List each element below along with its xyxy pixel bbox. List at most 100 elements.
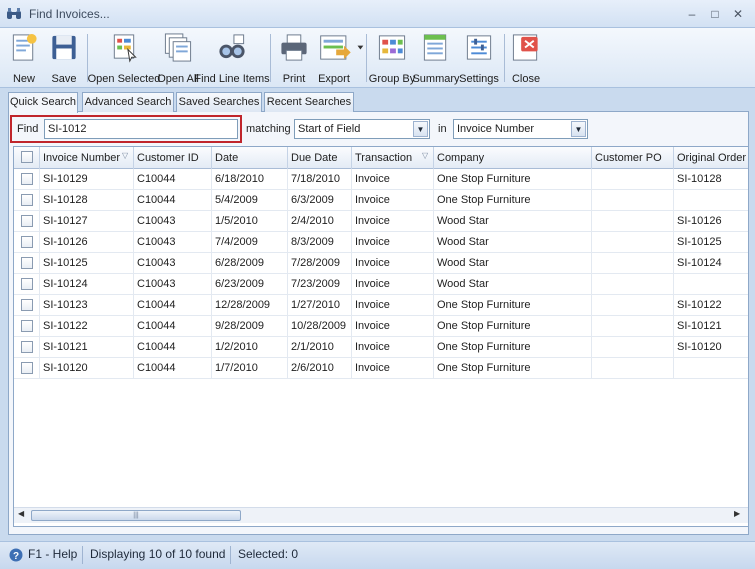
row-checkbox-cell[interactable] (14, 295, 40, 316)
select-all-checkbox-cell[interactable] (14, 147, 40, 169)
maximize-button[interactable]: □ (706, 6, 724, 22)
table-cell: SI-10126 (40, 232, 134, 253)
title-bar: Find Invoices... – □ ✕ (0, 0, 755, 28)
tab-recent-searches[interactable]: Recent Searches (264, 92, 354, 112)
matching-select[interactable]: Start of Field ▼ (294, 119, 430, 139)
row-checkbox-cell[interactable] (14, 211, 40, 232)
row-checkbox[interactable] (21, 257, 33, 269)
minimize-button[interactable]: – (683, 6, 701, 22)
row-checkbox[interactable] (21, 341, 33, 353)
column-header[interactable]: Invoice Number (40, 147, 134, 169)
select-all-checkbox[interactable] (21, 151, 33, 163)
table-row[interactable]: SI-10128 C10044 5/4/2009 6/3/2009 Invoice One… (14, 190, 748, 211)
field-select[interactable]: Invoice Number ▼ (453, 119, 588, 139)
table-row[interactable]: SI-10126 C10043 7/4/2009 8/3/2009 Invoice Woo… (14, 232, 748, 253)
column-header[interactable]: Customer ID (134, 147, 212, 169)
column-header[interactable]: Customer PO (592, 147, 674, 169)
table-row[interactable]: SI-10121 C10044 1/2/2010 2/1/2010 Invoice One… (14, 337, 748, 358)
row-checkbox-cell[interactable] (14, 337, 40, 358)
settings-button[interactable]: Settings (459, 31, 499, 85)
open-all-button[interactable]: Open All (157, 31, 199, 85)
table-cell: SI-10121 (40, 337, 134, 358)
toolbar-separator (504, 34, 505, 82)
table-cell: Wood Star (434, 211, 592, 232)
row-checkbox[interactable] (21, 236, 33, 248)
scroll-left-icon[interactable]: ◀ (18, 509, 24, 518)
row-checkbox[interactable] (21, 215, 33, 227)
open-selected-button[interactable]: Open Selected (88, 31, 160, 85)
row-checkbox[interactable] (21, 194, 33, 206)
status-separator (82, 546, 83, 564)
column-header[interactable]: Date (212, 147, 288, 169)
row-checkbox-cell[interactable] (14, 316, 40, 337)
table-cell: One Stop Furniture (434, 316, 592, 337)
table-cell: 6/23/2009 (212, 274, 288, 295)
row-checkbox[interactable] (21, 299, 33, 311)
table-cell: Wood Star (434, 232, 592, 253)
row-checkbox-cell[interactable] (14, 253, 40, 274)
table-cell: SI-10124 (40, 274, 134, 295)
row-checkbox[interactable] (21, 362, 33, 374)
table-cell (592, 274, 674, 295)
table-cell: Wood Star (434, 253, 592, 274)
tab-quick-search[interactable]: Quick Search (8, 92, 78, 113)
table-cell: C10044 (134, 169, 212, 190)
new-button[interactable]: New (8, 31, 40, 85)
tab-advanced-search[interactable]: Advanced Search (82, 92, 174, 112)
table-cell: SI-10124 (674, 253, 748, 274)
row-checkbox-cell[interactable] (14, 358, 40, 379)
row-checkbox-cell[interactable] (14, 274, 40, 295)
grid-header: Invoice Number ▽ Customer ID Date Due Date Tr… (14, 147, 748, 169)
row-checkbox-cell[interactable] (14, 169, 40, 190)
in-label: in (438, 123, 447, 135)
column-header[interactable]: Company (434, 147, 592, 169)
table-cell: SI-10120 (674, 337, 748, 358)
group-by-icon (378, 35, 406, 60)
tab-saved-searches[interactable]: Saved Searches (176, 92, 262, 112)
row-checkbox[interactable] (21, 173, 33, 185)
filter-icon[interactable]: ▽ (422, 151, 428, 160)
table-row[interactable]: SI-10123 C10044 12/28/2009 1/27/2010 Invoice… (14, 295, 748, 316)
column-header[interactable]: Original Order (674, 147, 748, 169)
table-row[interactable]: SI-10129 C10044 6/18/2010 7/18/2010 Invoice O… (14, 169, 748, 190)
row-checkbox-cell[interactable] (14, 232, 40, 253)
group-by-button[interactable]: Group By (369, 31, 415, 85)
close-window-button[interactable]: ✕ (729, 6, 747, 22)
help-text[interactable]: F1 - Help (28, 547, 77, 561)
find-input[interactable]: SI-1012 (44, 119, 238, 139)
table-cell: 1/27/2010 (288, 295, 352, 316)
row-checkbox[interactable] (21, 320, 33, 332)
filter-icon[interactable]: ▽ (122, 151, 128, 160)
table-cell: Invoice (352, 232, 434, 253)
column-header[interactable]: Due Date (288, 147, 352, 169)
print-button[interactable]: Print (278, 31, 310, 85)
table-cell: 2/1/2010 (288, 337, 352, 358)
save-button[interactable]: Save (48, 31, 80, 85)
scroll-right-icon[interactable]: ▶ (734, 509, 740, 518)
horizontal-scrollbar[interactable]: ◀ ||| ▶ (14, 507, 748, 523)
binoculars-icon (7, 8, 21, 19)
toolbar: New Save Open Selected Open All Find Lin… (0, 28, 755, 88)
settings-icon (466, 35, 492, 60)
row-checkbox[interactable] (21, 278, 33, 290)
table-cell: Invoice (352, 274, 434, 295)
table-cell: One Stop Furniture (434, 169, 592, 190)
table-row[interactable]: SI-10125 C10043 6/28/2009 7/28/2009 Invoice W… (14, 253, 748, 274)
table-cell: SI-10122 (674, 295, 748, 316)
find-line-items-button[interactable]: Find Line Items (194, 31, 270, 85)
summary-icon (423, 34, 447, 61)
table-row[interactable]: SI-10120 C10044 1/7/2010 2/6/2010 Invoice One… (14, 358, 748, 379)
table-row[interactable]: SI-10127 C10043 1/5/2010 2/4/2010 Invoice Woo… (14, 211, 748, 232)
table-cell: One Stop Furniture (434, 337, 592, 358)
toolbar-separator (270, 34, 271, 82)
summary-button[interactable]: Summary (412, 31, 460, 85)
table-cell: 10/28/2009 (288, 316, 352, 337)
table-row[interactable]: SI-10122 C10044 9/28/2009 10/28/2009 Invoice… (14, 316, 748, 337)
scroll-thumb[interactable]: ||| (31, 510, 241, 521)
table-row[interactable]: SI-10124 C10043 6/23/2009 7/23/2009 Invoice W… (14, 274, 748, 295)
close-button[interactable]: Close (510, 31, 542, 85)
row-checkbox-cell[interactable] (14, 190, 40, 211)
table-cell: C10043 (134, 211, 212, 232)
table-cell: SI-10126 (674, 211, 748, 232)
export-button[interactable]: Export (318, 31, 366, 85)
